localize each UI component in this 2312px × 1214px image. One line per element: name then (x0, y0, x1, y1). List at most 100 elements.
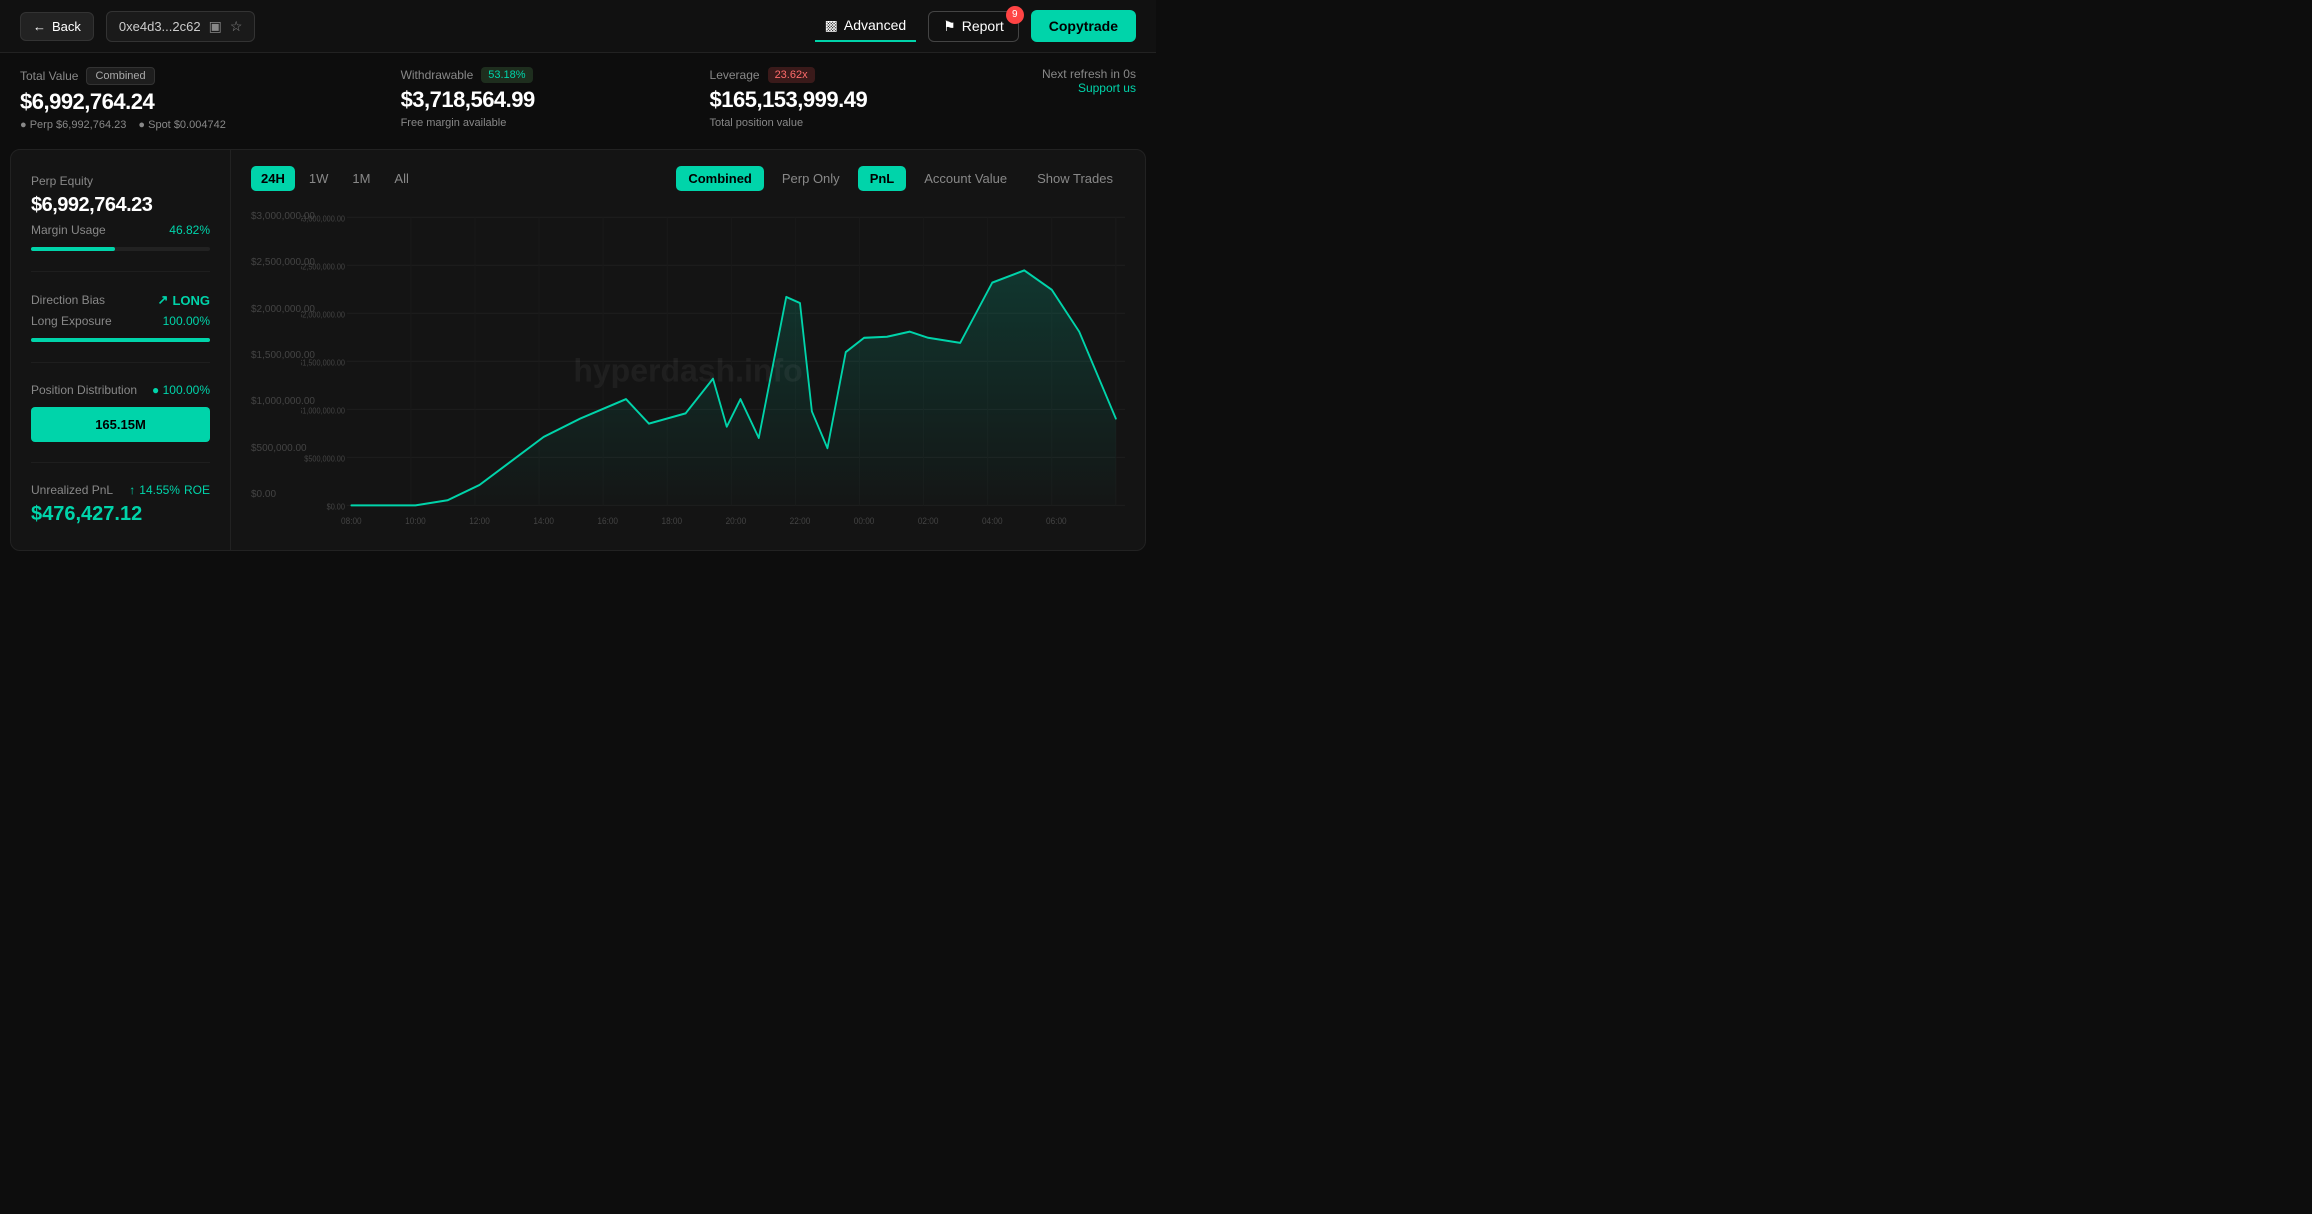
star-icon[interactable]: ☆ (230, 18, 243, 35)
header-right: ▩ Advanced ⚑ Report 9 Copytrade (815, 10, 1136, 42)
report-button[interactable]: ⚑ Report 9 (928, 11, 1019, 42)
svg-text:10:00: 10:00 (405, 515, 426, 526)
view-btn-perp-only[interactable]: Perp Only (770, 166, 852, 191)
roe-pct: 14.55% (139, 483, 180, 497)
back-label: Back (52, 19, 81, 34)
margin-usage-pct: 46.82% (169, 223, 210, 237)
direction-bias-section: Direction Bias ↗ LONG Long Exposure 100.… (31, 292, 210, 342)
y-axis-labels: $3,000,000.00 $2,500,000.00 $2,000,000.0… (251, 207, 315, 504)
dot-icon: ● (152, 383, 163, 397)
refresh-label: Next refresh in 0s (1042, 67, 1136, 81)
arrow-up-icon: ↗ (158, 292, 169, 308)
svg-text:04:00: 04:00 (982, 515, 1003, 526)
unrealized-pnl-value: $476,427.12 (31, 503, 210, 526)
position-dist-value: 165.15M (95, 417, 146, 432)
direction-bias-value: LONG (172, 293, 210, 308)
copytrade-label: Copytrade (1049, 18, 1118, 34)
svg-text:$0.00: $0.00 (327, 502, 345, 511)
flag-icon: ⚑ (943, 18, 956, 35)
position-dist-bar: 165.15M (31, 407, 210, 442)
leverage-badge: 23.62x (768, 67, 815, 83)
time-buttons: 24H 1W 1M All (251, 166, 419, 191)
chart-controls: 24H 1W 1M All Combined Perp Only PnL Acc… (251, 166, 1125, 191)
header: ← Back 0xe4d3...2c62 ▣ ☆ ▩ Advanced ⚑ Re… (0, 0, 1156, 53)
svg-text:00:00: 00:00 (854, 515, 875, 526)
svg-text:02:00: 02:00 (918, 515, 939, 526)
svg-text:12:00: 12:00 (469, 515, 490, 526)
back-button[interactable]: ← Back (20, 12, 94, 41)
perp-label: Perp (30, 119, 53, 131)
leverage-value: $165,153,999.49 (710, 87, 868, 113)
position-dist-label: Position Distribution (31, 383, 137, 397)
main-content: Perp Equity $6,992,764.23 Margin Usage 4… (10, 149, 1146, 551)
unrealized-pnl-label: Unrealized PnL (31, 483, 113, 497)
advanced-label: Advanced (844, 17, 906, 33)
back-arrow-icon: ← (33, 19, 46, 34)
divider-2 (31, 362, 210, 363)
long-exposure-bar-fill (31, 338, 210, 342)
position-dist-pct: 100.00% (163, 383, 210, 397)
divider-1 (31, 271, 210, 272)
leverage-label: Leverage (710, 68, 760, 82)
long-label: ↗ LONG (158, 292, 210, 308)
refresh-info: Next refresh in 0s Support us (1042, 67, 1136, 95)
unrealized-pnl-section: Unrealized PnL ↑ 14.55% ROE $476,427.12 (31, 483, 210, 526)
divider-3 (31, 462, 210, 463)
position-dist-section: Position Distribution ● 100.00% 165.15M (31, 383, 210, 442)
long-exposure-pct: 100.00% (163, 314, 210, 328)
combined-tag: Combined (86, 67, 154, 85)
margin-usage-row: Margin Usage 46.82% (31, 223, 210, 237)
time-btn-1w[interactable]: 1W (299, 166, 339, 191)
withdrawable-sub: Free margin available (401, 117, 535, 129)
view-buttons: Combined Perp Only PnL Account Value Sho… (676, 166, 1125, 191)
roe-arrow-icon: ↑ (129, 483, 135, 497)
perp-sub-value: $6,992,764.23 (56, 119, 126, 131)
support-link[interactable]: Support us (1042, 81, 1136, 95)
total-position-label: Total position value (710, 117, 804, 129)
margin-usage-bar-fill (31, 247, 115, 251)
free-margin-label: Free margin available (401, 117, 507, 129)
spot-sub-value: $0.004742 (174, 119, 226, 131)
leverage-sub: Total position value (710, 117, 868, 129)
spot-label: Spot (148, 119, 171, 131)
margin-usage-label: Margin Usage (31, 223, 106, 237)
margin-usage-bar-bg (31, 247, 210, 251)
view-btn-combined[interactable]: Combined (676, 166, 764, 191)
advanced-button[interactable]: ▩ Advanced (815, 11, 917, 42)
unrealized-pnl-row: Unrealized PnL ↑ 14.55% ROE (31, 483, 210, 497)
svg-text:18:00: 18:00 (662, 515, 683, 526)
time-btn-1m[interactable]: 1M (342, 166, 380, 191)
pnl-button[interactable]: PnL (858, 166, 907, 191)
direction-bias-label: Direction Bias (31, 293, 105, 307)
stats-row: Total Value Combined $6,992,764.24 ● Per… (0, 53, 1156, 141)
perp-equity-label: Perp Equity (31, 174, 210, 188)
chart-svg: 08:00 10:00 12:00 14:00 16:00 18:00 20:0… (251, 207, 1125, 534)
total-value-sub: ● Perp $6,992,764.23 ● Spot $0.004742 (20, 119, 226, 131)
total-value: $6,992,764.24 (20, 89, 226, 115)
show-trades-button[interactable]: Show Trades (1025, 166, 1125, 191)
svg-text:06:00: 06:00 (1046, 515, 1067, 526)
chart-area: 24H 1W 1M All Combined Perp Only PnL Acc… (231, 150, 1145, 550)
header-left: ← Back 0xe4d3...2c62 ▣ ☆ (20, 11, 255, 42)
account-value-button[interactable]: Account Value (912, 166, 1019, 191)
copytrade-button[interactable]: Copytrade (1031, 10, 1136, 42)
withdrawable-value: $3,718,564.99 (401, 87, 535, 113)
perp-equity-value: $6,992,764.23 (31, 194, 210, 217)
svg-text:08:00: 08:00 (341, 515, 362, 526)
chart-wrapper: hyperdash.info $3,000,000.00 $2,500,000.… (251, 207, 1125, 534)
time-btn-all[interactable]: All (384, 166, 418, 191)
position-dist-row: Position Distribution ● 100.00% (31, 383, 210, 397)
report-label: Report (962, 18, 1004, 34)
leverage-block: Leverage 23.62x $165,153,999.49 Total po… (710, 67, 868, 129)
withdrawable-label: Withdrawable (401, 68, 474, 82)
chart-icon: ▩ (825, 17, 838, 34)
svg-text:22:00: 22:00 (790, 515, 811, 526)
report-badge: 9 (1006, 6, 1024, 24)
withdrawable-block: Withdrawable 53.18% $3,718,564.99 Free m… (401, 67, 535, 129)
direction-bias-row: Direction Bias ↗ LONG (31, 292, 210, 308)
withdrawable-pct: 53.18% (481, 67, 532, 83)
time-btn-24h[interactable]: 24H (251, 166, 295, 191)
copy-icon[interactable]: ▣ (209, 18, 222, 35)
svg-text:14:00: 14:00 (533, 515, 554, 526)
wallet-address: 0xe4d3...2c62 (119, 19, 201, 34)
